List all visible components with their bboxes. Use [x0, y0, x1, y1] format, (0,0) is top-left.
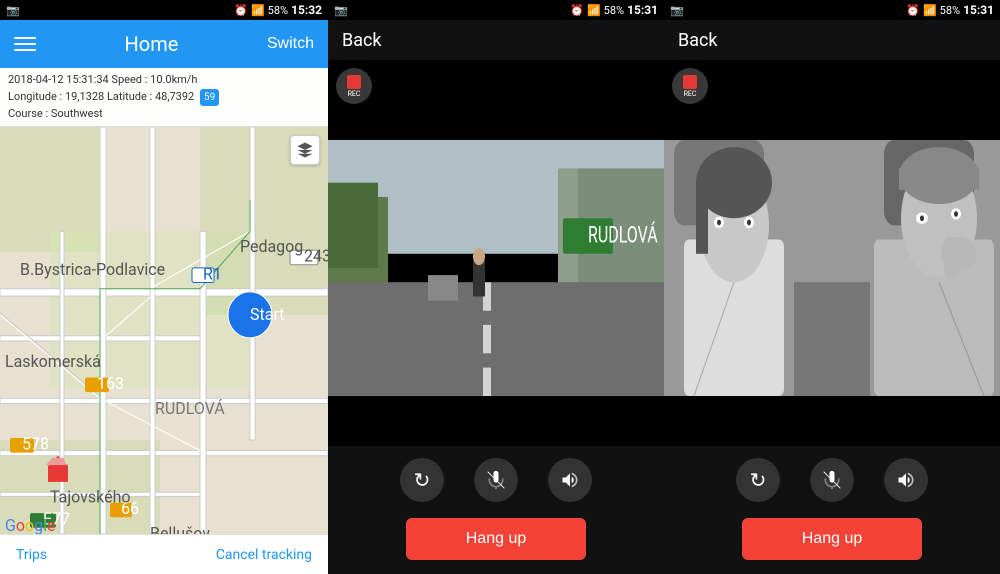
rec-icon-1	[347, 75, 361, 89]
alarm-icon-v1: ⏰	[570, 4, 584, 17]
app-title: Home	[125, 32, 179, 56]
video-top-bar-2: Back	[664, 20, 1000, 60]
hang-up-button-2[interactable]: Hang up	[742, 518, 923, 560]
rec-button-2[interactable]: REC	[672, 68, 708, 104]
video-top-area-2: REC	[664, 60, 1000, 140]
battery-text: 58%	[268, 4, 288, 17]
controls-row-2: ↻	[664, 446, 1000, 510]
status-bar-map: 📷 ⏰ 📶 58% 15:32	[0, 0, 328, 20]
status-bar-video2: 📷 ⏰ 📶 58% 15:31	[664, 0, 1000, 20]
map-background: R1 163 578 E77 66 2432	[0, 127, 328, 534]
map-container[interactable]: R1 163 578 E77 66 2432	[0, 127, 328, 534]
time-v2: 15:31	[963, 3, 994, 17]
hang-up-button-1[interactable]: Hang up	[406, 518, 587, 560]
svg-text:163: 163	[97, 374, 124, 393]
svg-text:RUDLOVÁ: RUDLOVÁ	[588, 220, 658, 248]
info-bar: 2018-04-12 15:31:34 Speed : 10.0km/h Lon…	[0, 68, 328, 127]
svg-text:578: 578	[22, 434, 49, 453]
course-badge: 59	[200, 89, 219, 106]
rec-text-2: REC	[684, 90, 697, 98]
status-icons: ⏰ 📶 58% 15:32	[234, 3, 322, 17]
speed-value: 10.0km/h	[150, 73, 197, 86]
svg-text:Google: Google	[5, 516, 56, 534]
rec-button-1[interactable]: REC	[336, 68, 372, 104]
svg-text:Bellušov: Bellušov	[150, 524, 210, 534]
wifi-icon: 📶	[251, 4, 265, 17]
switch-button[interactable]: Switch	[267, 35, 314, 53]
svg-text:R1: R1	[203, 264, 222, 283]
alarm-icon-v2: ⏰	[906, 4, 920, 17]
video-panel-front: 📷 ⏰ 📶 58% 15:31 Back REC	[328, 0, 664, 574]
video-top-bar-1: Back	[328, 20, 664, 60]
trips-link[interactable]: Trips	[16, 547, 47, 563]
svg-text:Pedagog: Pedagog	[240, 237, 303, 256]
course-label: Course :	[8, 107, 48, 120]
longitude-label: Longitude :	[8, 90, 62, 103]
time-v1: 15:31	[627, 3, 658, 17]
latitude-label: Latitude :	[107, 90, 152, 103]
rec-icon-2	[683, 75, 697, 89]
mic-button-1[interactable]	[474, 458, 518, 502]
back-label-1[interactable]: Back	[342, 30, 382, 51]
rotate-button-1[interactable]: ↻	[400, 458, 444, 502]
svg-text:B.Bystrica-Podlavice: B.Bystrica-Podlavice	[20, 260, 165, 279]
video-panel-interior: 📷 ⏰ 📶 58% 15:31 Back REC	[664, 0, 1000, 574]
video-bottom-area-1	[328, 396, 664, 446]
alarm-icon: ⏰	[234, 4, 248, 17]
camera-icon: 📷	[6, 4, 20, 17]
status-bar-video1: 📷 ⏰ 📶 58% 15:31	[328, 0, 664, 20]
app-bar: Home Switch	[0, 20, 328, 68]
camera-icon-v2: 📷	[670, 4, 684, 17]
dashcam-feed: RUDLOVÁ	[328, 140, 664, 396]
menu-button[interactable]	[14, 37, 36, 51]
svg-text:Laskomerská: Laskomerská	[5, 352, 101, 371]
cancel-tracking-link[interactable]: Cancel tracking	[216, 547, 312, 563]
camera-icon-v1: 📷	[334, 4, 348, 17]
status-time: 15:32	[291, 3, 322, 17]
rotate-button-2[interactable]: ↻	[736, 458, 780, 502]
svg-text:Start: Start	[250, 305, 284, 324]
interior-feed	[664, 140, 1000, 396]
battery-v2: 58%	[940, 4, 960, 17]
battery-v1: 58%	[604, 4, 624, 17]
bottom-bar: Trips Cancel tracking	[0, 534, 328, 574]
svg-text:2432: 2432	[304, 246, 328, 265]
map-layers-button[interactable]	[290, 135, 320, 165]
speed-label: Speed :	[111, 73, 147, 86]
hang-up-row-1: Hang up	[328, 510, 664, 574]
longitude-value: 19,1328	[65, 90, 104, 103]
svg-text:RUDLOVÁ: RUDLOVÁ	[155, 399, 225, 418]
svg-text:Tajovského: Tajovského	[50, 487, 131, 506]
back-label-2[interactable]: Back	[678, 30, 718, 51]
map-panel: 📷 ⏰ 📶 58% 15:32 Home Switch 2018-04-12 1…	[0, 0, 328, 574]
latitude-value: 48,7392	[155, 90, 194, 103]
course-value: Southwest	[51, 107, 103, 120]
datetime-label: 2018-04-12 15:31:34	[8, 73, 109, 86]
video-top-area-1: REC	[328, 60, 664, 140]
video-bottom-area-2	[664, 396, 1000, 446]
controls-row-1: ↻	[328, 446, 664, 510]
wifi-icon-v1: 📶	[587, 4, 601, 17]
rec-text-1: REC	[348, 90, 361, 98]
wifi-icon-v2: 📶	[923, 4, 937, 17]
mic-button-2[interactable]	[810, 458, 854, 502]
volume-button-1[interactable]	[548, 458, 592, 502]
volume-button-2[interactable]	[884, 458, 928, 502]
hang-up-row-2: Hang up	[664, 510, 1000, 574]
